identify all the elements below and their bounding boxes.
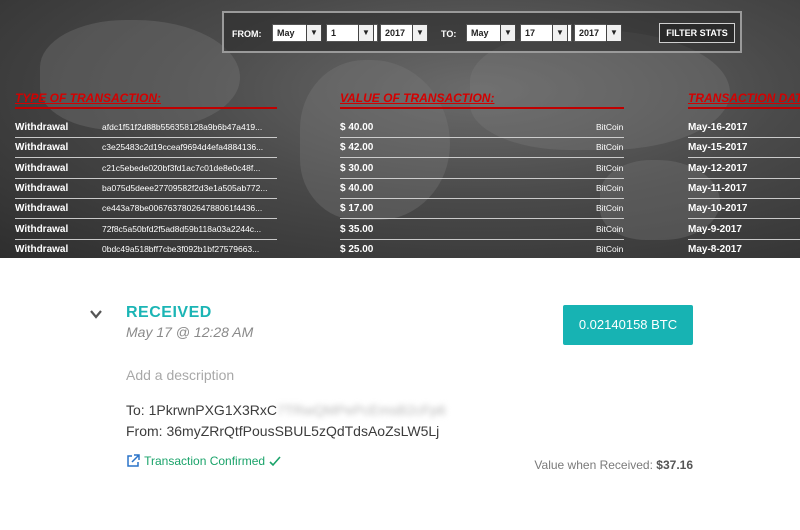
transaction-currency: BitCoin: [596, 223, 624, 234]
transaction-type: Withdrawal: [15, 122, 69, 133]
header-rule: [15, 107, 277, 109]
to-label: To:: [126, 402, 145, 418]
column-header-value: VALUE OF TRANSACTION:: [340, 91, 495, 105]
table-row[interactable]: Withdrawal c3e25483c2d19cceaf9694d4efa488…: [0, 138, 800, 159]
header-rule: [340, 107, 624, 109]
table-row[interactable]: Withdrawal ce443a78be006763780264788061f4…: [0, 199, 800, 220]
transaction-currency: BitCoin: [596, 182, 624, 193]
transaction-date: May-9-2017: [688, 223, 742, 235]
dropdown-arrow-icon[interactable]: ▼: [412, 24, 428, 42]
dropdown-arrow-icon[interactable]: ▼: [306, 24, 322, 42]
transaction-date: May-15-2017: [688, 142, 748, 154]
value-label: Value when Received:: [534, 458, 653, 472]
transaction-value: $ 35.00: [340, 223, 374, 235]
table-row[interactable]: Withdrawal 72f8c5a50bfd2f5ad8d59b118a03a2…: [0, 220, 800, 240]
value-amount: $37.16: [656, 458, 693, 472]
transaction-hash: 0bdc49a518bff7cbe3f092b1bf27579663...: [102, 243, 260, 254]
transaction-timestamp: May 17 @ 12:28 AM: [126, 324, 254, 340]
table-row[interactable]: Withdrawal c21c5ebede020bf3fd1ac7c01de8e0…: [0, 159, 800, 179]
transaction-value: $ 42.00: [340, 142, 374, 154]
map-continent: [40, 20, 240, 130]
to-address-blurred: 7TRwQMPePcEmsB2cFp6: [276, 402, 446, 418]
transaction-date: May-11-2017: [688, 182, 747, 194]
dropdown-arrow-icon[interactable]: ▼: [358, 24, 374, 42]
description-field[interactable]: Add a description: [126, 367, 234, 383]
to-label: TO:: [441, 29, 457, 39]
transaction-value: $ 17.00: [340, 203, 374, 215]
stats-panel: FROM: May ▼ 1 ▼ 2017 ▼ TO: May ▼ 17 ▼ 20…: [0, 0, 800, 258]
from-month-select[interactable]: May: [272, 24, 310, 42]
to-address: 1PkrwnPXG1X3RxC: [148, 402, 277, 418]
checkmark-icon: [269, 456, 282, 467]
dropdown-arrow-icon[interactable]: ▼: [606, 24, 622, 42]
dropdown-arrow-icon[interactable]: ▼: [500, 24, 516, 42]
transaction-status: RECEIVED: [126, 304, 212, 321]
from-address: 36myZRrQtfPousSBUL5zQdTdsAoZsLW5Lj: [166, 423, 440, 439]
external-link-icon: [127, 454, 140, 467]
transaction-hash: afdc1f51f2d88b556358128a9b6b47a419...: [102, 122, 263, 132]
transaction-value: $ 30.00: [340, 162, 374, 174]
header-rule: [688, 107, 800, 109]
transaction-value: $ 25.00: [340, 243, 374, 255]
table-row[interactable]: Withdrawal ba075d5deee27709582f2d3e1a505a…: [0, 179, 800, 199]
transaction-value: $ 40.00: [340, 182, 374, 194]
column-header-date: TRANSACTION DATE: [688, 91, 800, 105]
transaction-type: Withdrawal: [15, 162, 69, 174]
transaction-type: Withdrawal: [15, 223, 69, 235]
dropdown-arrow-icon[interactable]: ▼: [552, 24, 568, 42]
table-row[interactable]: Withdrawal 0bdc49a518bff7cbe3f092b1bf2757…: [0, 240, 800, 258]
to-month-select[interactable]: May: [466, 24, 504, 42]
to-address-line: To: 1PkrwnPXG1X3RxC7TRwQMPePcEmsB2cFp6: [126, 402, 446, 418]
from-label: From:: [126, 423, 163, 439]
transaction-type: Withdrawal: [15, 243, 69, 255]
transaction-currency: BitCoin: [596, 203, 624, 214]
transaction-hash: c21c5ebede020bf3fd1ac7c01de8e0c48f...: [102, 162, 261, 173]
date-filter-bar: FROM: May ▼ 1 ▼ 2017 ▼ TO: May ▼ 17 ▼ 20…: [222, 11, 742, 53]
transaction-currency: BitCoin: [596, 142, 624, 153]
transaction-date: May-10-2017: [688, 203, 748, 215]
transaction-currency: BitCoin: [596, 122, 624, 132]
transaction-hash: ba075d5deee27709582f2d3e1a505ab772...: [102, 182, 268, 193]
transaction-confirmed-link[interactable]: Transaction Confirmed: [126, 453, 282, 468]
transaction-hash: c3e25483c2d19cceaf9694d4efa4884136...: [102, 142, 264, 153]
from-address-line: From: 36myZRrQtfPousSBUL5zQdTdsAoZsLW5Lj: [126, 423, 439, 439]
transaction-date: May-8-2017: [688, 243, 742, 255]
column-header-type: TYPE OF TRANSACTION:: [15, 91, 161, 105]
transaction-date: May-12-2017: [688, 162, 748, 174]
amount-badge[interactable]: 0.02140158 BTC: [563, 305, 693, 345]
chevron-down-icon[interactable]: [89, 307, 103, 321]
transaction-hash: ce443a78be006763780264788061f4436...: [102, 203, 263, 214]
transaction-currency: BitCoin: [596, 162, 624, 173]
confirmed-label: Transaction Confirmed: [144, 454, 266, 468]
table-row[interactable]: Withdrawal afdc1f51f2d88b556358128a9b6b47…: [0, 118, 800, 138]
value-when-received: Value when Received: $37.16: [534, 458, 693, 472]
from-label: FROM:: [232, 29, 262, 39]
transaction-date: May-16-2017: [688, 122, 748, 133]
transaction-type: Withdrawal: [15, 142, 69, 154]
filter-stats-button[interactable]: FILTER STATS: [659, 23, 735, 43]
transaction-type: Withdrawal: [15, 182, 69, 194]
transaction-hash: 72f8c5a50bfd2f5ad8d59b118a03a2244c...: [102, 223, 262, 234]
transaction-type: Withdrawal: [15, 203, 69, 215]
transaction-value: $ 40.00: [340, 122, 374, 133]
transaction-currency: BitCoin: [596, 243, 624, 254]
